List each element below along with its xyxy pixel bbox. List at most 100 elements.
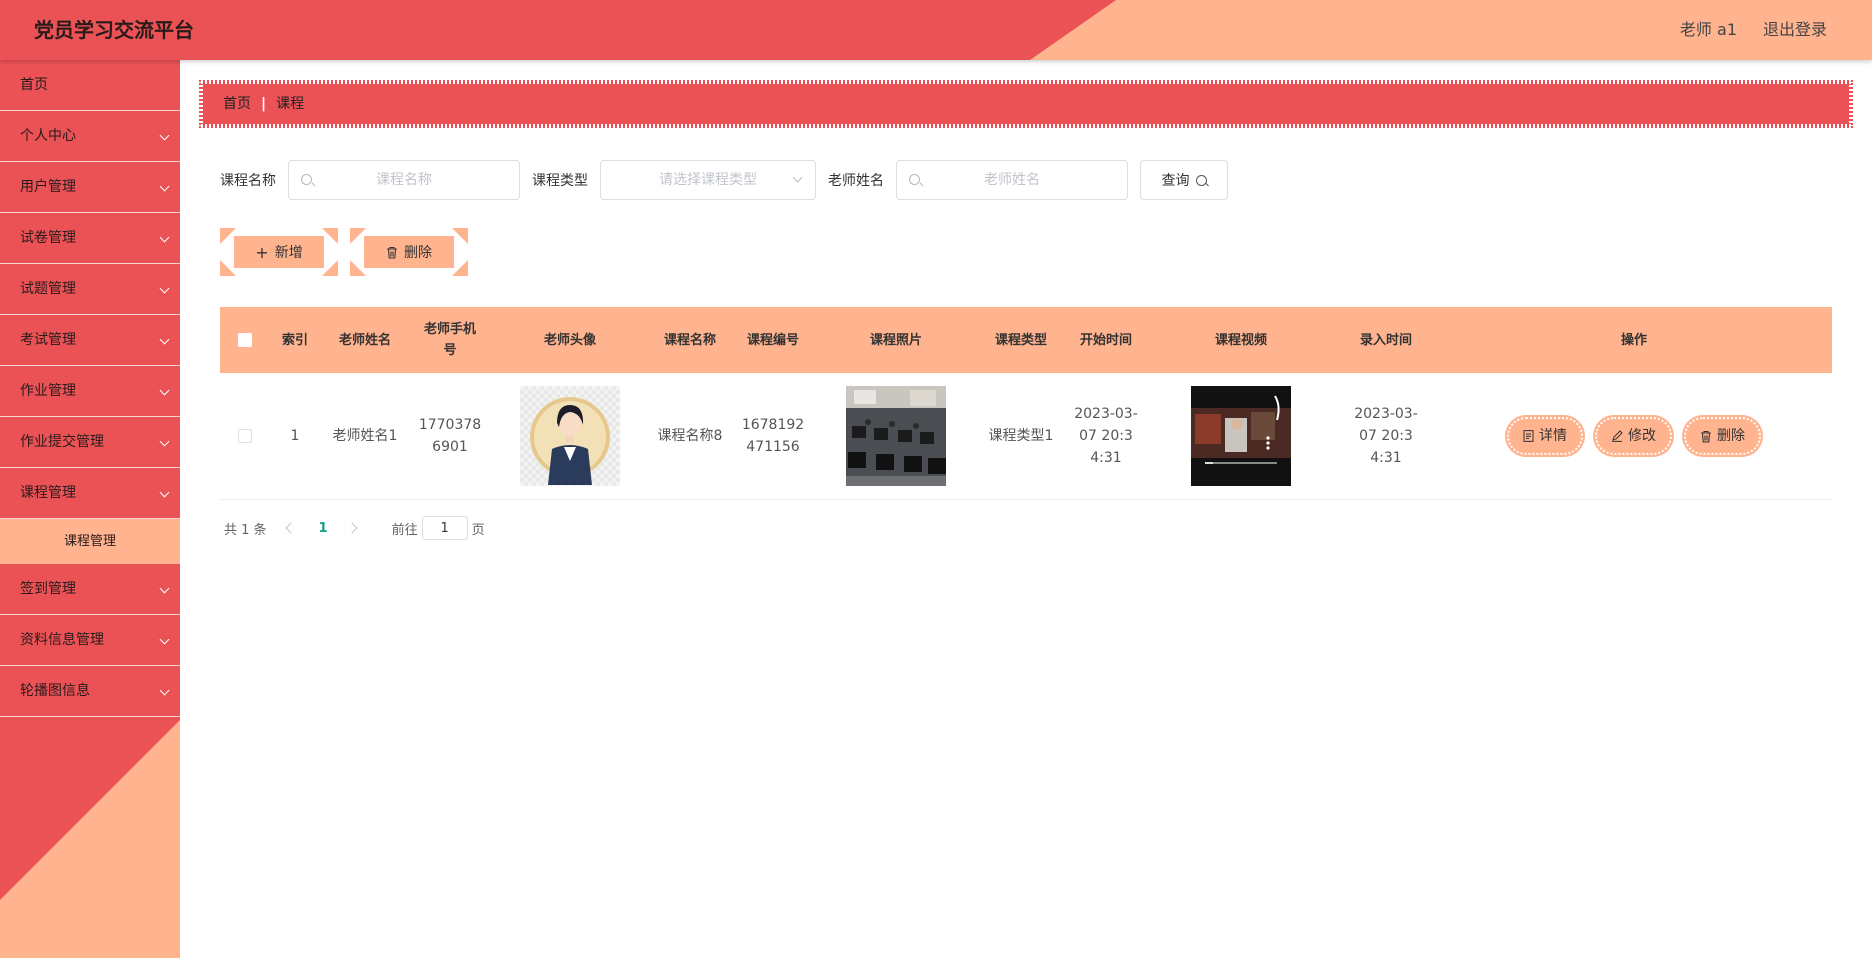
button-corner-decoration <box>322 228 338 244</box>
teacher-avatar-illustration <box>530 397 610 485</box>
chevron-left-icon[interactable] <box>284 522 297 534</box>
chevron-down-icon <box>159 334 170 345</box>
row-actions: 详情 修改 删除 <box>1436 417 1832 455</box>
cell-course-name: 课程名称8 <box>657 428 723 444</box>
sidebar-menu: 首页 个人中心 用户管理 试卷管理 试题管理 考试管理 作业管理 作业提交管理 … <box>0 60 180 717</box>
detail-button[interactable]: 详情 <box>1507 417 1583 455</box>
header-operation: 操作 <box>1620 332 1647 348</box>
course-type-select[interactable]: 请选择课程类型 <box>600 160 816 200</box>
video-frame-illustration <box>1191 386 1291 486</box>
edit-button-label: 修改 <box>1628 428 1656 444</box>
sidebar-item-question-management[interactable]: 试题管理 <box>0 264 180 315</box>
course-type-label: 课程类型 <box>532 173 588 189</box>
chevron-down-icon <box>159 583 170 594</box>
edit-button[interactable]: 修改 <box>1595 417 1672 455</box>
sidebar-item-label: 考试管理 <box>20 332 76 348</box>
chevron-right-icon[interactable] <box>345 522 358 534</box>
button-corner-decoration <box>452 260 468 276</box>
sidebar-item-course-management[interactable]: 课程管理 <box>0 468 180 519</box>
chevron-down-icon <box>159 634 170 645</box>
app-title: 党员学习交流平台 <box>34 18 194 42</box>
classroom-photo-illustration <box>846 386 946 486</box>
sidebar-item-checkin-management[interactable]: 签到管理 <box>0 564 180 615</box>
header-index: 索引 <box>281 332 308 348</box>
row-checkbox[interactable] <box>238 429 252 443</box>
chevron-down-icon <box>159 130 170 141</box>
search-icon <box>301 174 312 185</box>
sidebar-item-carousel-info[interactable]: 轮播图信息 <box>0 666 180 717</box>
sidebar-item-user-management[interactable]: 用户管理 <box>0 162 180 213</box>
document-icon <box>1523 430 1534 442</box>
sidebar-item-label: 试卷管理 <box>20 230 76 246</box>
sidebar-item-exam-management[interactable]: 考试管理 <box>0 315 180 366</box>
detail-button-label: 详情 <box>1539 428 1567 444</box>
chevron-down-icon <box>159 487 170 498</box>
breadcrumb-home[interactable]: 首页 <box>223 96 251 112</box>
sidebar-item-label: 作业提交管理 <box>20 434 104 450</box>
pagination-goto-input[interactable] <box>421 516 468 540</box>
header-course-type: 课程类型 <box>994 332 1047 348</box>
query-button[interactable]: 查询 <box>1140 160 1228 200</box>
sidebar-item-label: 资料信息管理 <box>20 632 104 648</box>
header-teacher-phone-cell: 老师手机号 <box>410 319 490 361</box>
sidebar-subitem-course-management[interactable]: 课程管理 <box>0 519 180 564</box>
delete-button[interactable]: 删除 <box>350 228 468 276</box>
chevron-down-icon <box>159 232 170 243</box>
chevron-down-icon <box>159 283 170 294</box>
cell-teacher-phone: 17703786901 <box>418 417 482 455</box>
pagination-current-page[interactable]: 1 <box>319 521 328 536</box>
sidebar-item-label: 试题管理 <box>20 281 76 297</box>
header-start-time: 开始时间 <box>1079 332 1132 348</box>
course-video-player[interactable] <box>1191 386 1291 486</box>
add-button-body[interactable]: + 新增 <box>234 236 324 268</box>
course-photo-image[interactable] <box>846 386 946 486</box>
breadcrumb-separator: | <box>261 96 267 112</box>
delete-button-body[interactable]: 删除 <box>364 236 454 268</box>
teacher-name-label: 老师姓名 <box>828 173 884 189</box>
sidebar-item-label: 用户管理 <box>20 179 76 195</box>
sidebar-item-personal-center[interactable]: 个人中心 <box>0 111 180 162</box>
sidebar-item-home[interactable]: 首页 <box>0 60 180 111</box>
teacher-avatar-image[interactable] <box>520 386 620 486</box>
cell-course-no-cell: 1678192471156 <box>730 414 816 458</box>
pagination: 共 1 条 1 前往 页 <box>224 514 485 542</box>
cell-teacher-phone-cell: 17703786901 <box>410 414 490 458</box>
cell-course-video <box>1146 386 1336 486</box>
sidebar-item-paper-management[interactable]: 试卷管理 <box>0 213 180 264</box>
cell-entry-time-cell: 2023-03-07 20:34:31 <box>1336 403 1436 469</box>
header-course-video: 课程视频 <box>1214 332 1267 348</box>
main-content: 首页 | 课程 课程名称 课程类型 请选择课程类型 老师姓名 查询 + 新增 <box>180 60 1872 958</box>
header-course-name: 课程名称 <box>663 332 716 348</box>
sidebar-item-label: 个人中心 <box>20 128 76 144</box>
sidebar-item-material-management[interactable]: 资料信息管理 <box>0 615 180 666</box>
sidebar-item-homework-submit-management[interactable]: 作业提交管理 <box>0 417 180 468</box>
table-row: 1 老师姓名1 17703786901 课程名称8 1678192471156 … <box>220 373 1832 500</box>
cell-entry-time: 2023-03-07 20:34:31 <box>1354 406 1418 466</box>
sidebar-item-label: 课程管理 <box>20 485 76 501</box>
teacher-name-field <box>896 160 1128 200</box>
delete-button-label: 删除 <box>404 245 432 261</box>
course-table: 索引 老师姓名 老师手机号 老师头像 课程名称 课程编号 课程照片 课程类型 开… <box>220 307 1832 500</box>
pagination-goto-prefix: 前往 <box>391 522 418 538</box>
sidebar-item-label: 轮播图信息 <box>20 683 90 699</box>
edit-icon <box>1612 430 1623 442</box>
select-all-checkbox[interactable] <box>238 333 252 347</box>
search-icon <box>1195 174 1207 186</box>
add-button[interactable]: + 新增 <box>220 228 338 276</box>
course-name-field <box>288 160 520 200</box>
logout-link[interactable]: 退出登录 <box>1763 0 1827 60</box>
cell-index: 1 <box>290 428 300 444</box>
cell-teacher-name: 老师姓名1 <box>332 428 398 444</box>
sidebar-item-homework-management[interactable]: 作业管理 <box>0 366 180 417</box>
header-course-photo: 课程照片 <box>869 332 922 348</box>
trash-icon <box>1701 430 1711 443</box>
row-delete-button[interactable]: 删除 <box>1684 417 1761 455</box>
teacher-name-input[interactable] <box>897 161 1127 199</box>
sidebar-item-label: 作业管理 <box>20 383 76 399</box>
header-red-band <box>0 0 1116 60</box>
pagination-goto-suffix: 页 <box>471 522 485 538</box>
button-corner-decoration <box>322 260 338 276</box>
course-name-input[interactable] <box>289 161 519 199</box>
cell-course-photo <box>816 386 976 486</box>
chevron-down-icon <box>159 385 170 396</box>
